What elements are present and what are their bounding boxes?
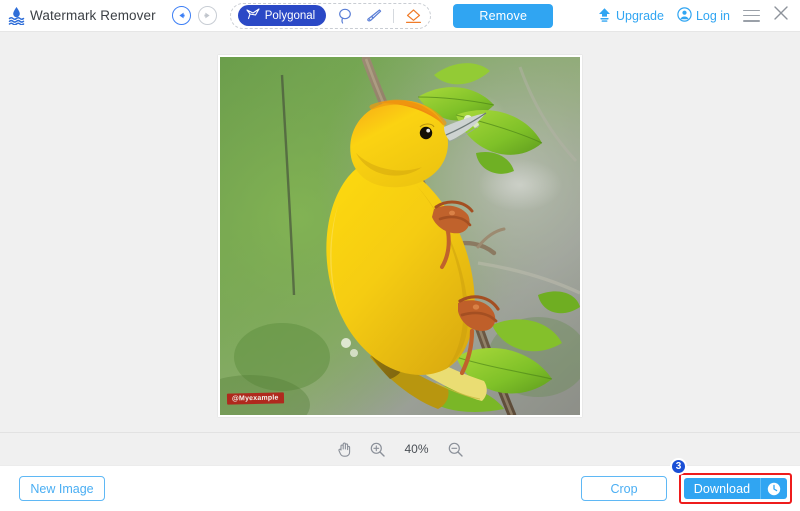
header-actions: Upgrade Log in bbox=[597, 5, 789, 26]
brand: Watermark Remover bbox=[8, 6, 156, 26]
login-button[interactable]: Log in bbox=[677, 6, 730, 25]
crop-label: Crop bbox=[610, 481, 638, 496]
redo-arrow-icon bbox=[204, 12, 210, 19]
close-x-icon[interactable] bbox=[773, 5, 789, 26]
zoom-out-button[interactable] bbox=[447, 440, 465, 458]
hamburger-line bbox=[743, 14, 760, 17]
undo-button[interactable] bbox=[171, 6, 191, 25]
zoom-in-button[interactable] bbox=[369, 440, 387, 458]
hand-pan-icon[interactable] bbox=[336, 440, 354, 458]
tool-divider bbox=[393, 8, 395, 23]
download-highlight-box: Download bbox=[679, 473, 792, 504]
login-label: Log in bbox=[695, 8, 730, 23]
app-title: Watermark Remover bbox=[30, 8, 156, 23]
tool-eraser[interactable] bbox=[403, 6, 423, 26]
upload-upgrade-icon bbox=[597, 7, 612, 25]
watermark-overlay[interactable]: @Myexample bbox=[226, 392, 284, 405]
user-account-icon bbox=[677, 6, 692, 25]
zoom-level-label: 40% bbox=[404, 442, 429, 456]
brush-icon bbox=[367, 8, 382, 21]
hamburger-line bbox=[743, 9, 760, 12]
eraser-icon bbox=[405, 8, 421, 23]
tool-brush[interactable] bbox=[364, 6, 384, 26]
crop-button[interactable]: Crop bbox=[581, 476, 667, 501]
photo-image[interactable]: @Myexample bbox=[220, 57, 580, 415]
hamburger-line bbox=[743, 19, 760, 22]
undo-arrow-icon bbox=[179, 12, 185, 19]
water-drop-logo-icon bbox=[8, 6, 25, 26]
polygonal-lasso-icon bbox=[246, 8, 260, 23]
app-header: Watermark Remover Polygonal Remove Upgra… bbox=[0, 0, 800, 32]
zoom-in-icon bbox=[370, 442, 385, 457]
redo-button[interactable] bbox=[197, 6, 217, 25]
hamburger-menu-icon[interactable] bbox=[743, 9, 760, 22]
tool-polygonal[interactable]: Polygonal bbox=[237, 5, 327, 26]
lasso-icon bbox=[338, 8, 351, 24]
tool-polygonal-label: Polygonal bbox=[264, 9, 316, 22]
download-button[interactable]: Download bbox=[684, 478, 787, 499]
new-image-label: New Image bbox=[30, 481, 94, 496]
image-frame[interactable]: @Myexample bbox=[218, 55, 582, 417]
history-controls bbox=[171, 6, 217, 25]
editor-canvas-area[interactable]: @Myexample bbox=[0, 32, 800, 432]
upgrade-button[interactable]: Upgrade bbox=[597, 7, 664, 25]
step-badge: 3 bbox=[670, 458, 687, 475]
upgrade-label: Upgrade bbox=[615, 8, 664, 23]
download-label: Download bbox=[693, 481, 751, 496]
new-image-button[interactable]: New Image bbox=[19, 476, 105, 501]
remove-button-label: Remove bbox=[479, 8, 528, 23]
selection-tools-group: Polygonal bbox=[229, 2, 432, 29]
tool-lasso[interactable] bbox=[335, 6, 355, 26]
zoom-out-icon bbox=[448, 442, 463, 457]
clock-history-icon[interactable] bbox=[761, 482, 787, 496]
remove-button[interactable]: Remove bbox=[453, 3, 554, 28]
